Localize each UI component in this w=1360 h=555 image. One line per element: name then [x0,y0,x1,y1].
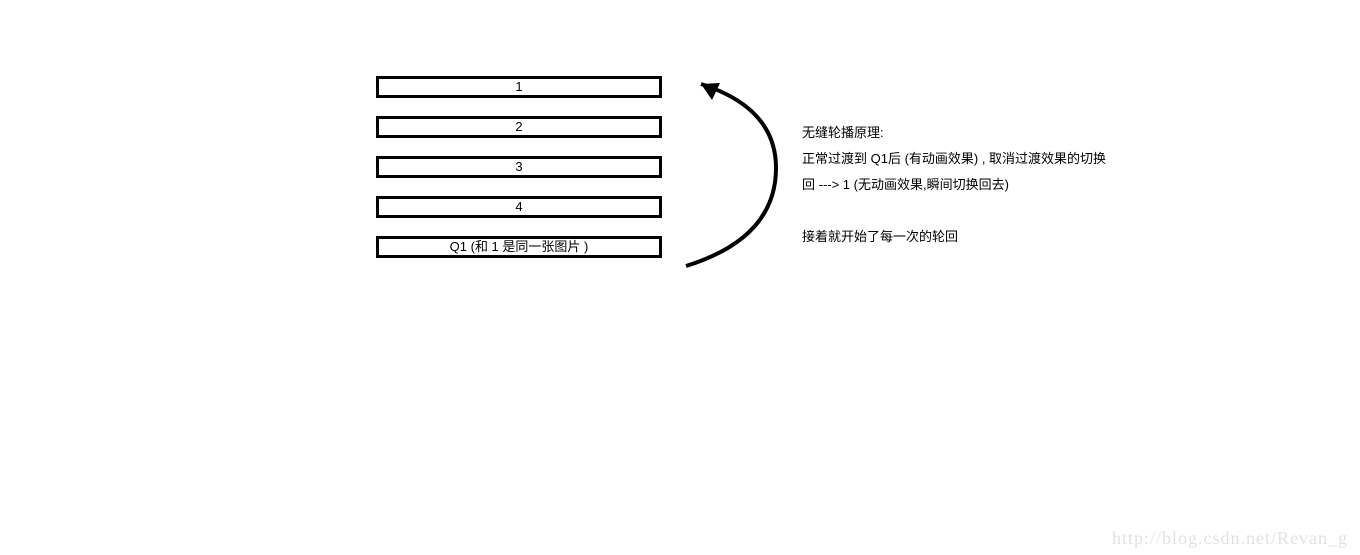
arrow-icon [676,68,796,278]
box-2: 2 [376,116,662,138]
box-3: 3 [376,156,662,178]
box-stack: 1 2 3 4 Q1 (和 1 是同一张图片 ) [376,76,662,258]
desc-title: 无缝轮播原理: [802,120,1106,146]
box-1: 1 [376,76,662,98]
description: 无缝轮播原理: 正常过渡到 Q1后 (有动画效果) , 取消过渡效果的切换 回 … [802,120,1106,250]
box-q1: Q1 (和 1 是同一张图片 ) [376,236,662,258]
watermark: http://blog.csdn.net/Revan_g [1112,528,1348,549]
box-4: 4 [376,196,662,218]
desc-line3: 接着就开始了每一次的轮回 [802,224,1106,250]
desc-line1: 正常过渡到 Q1后 (有动画效果) , 取消过渡效果的切换 [802,146,1106,172]
desc-line2: 回 ---> 1 (无动画效果,瞬间切换回去) [802,172,1106,198]
